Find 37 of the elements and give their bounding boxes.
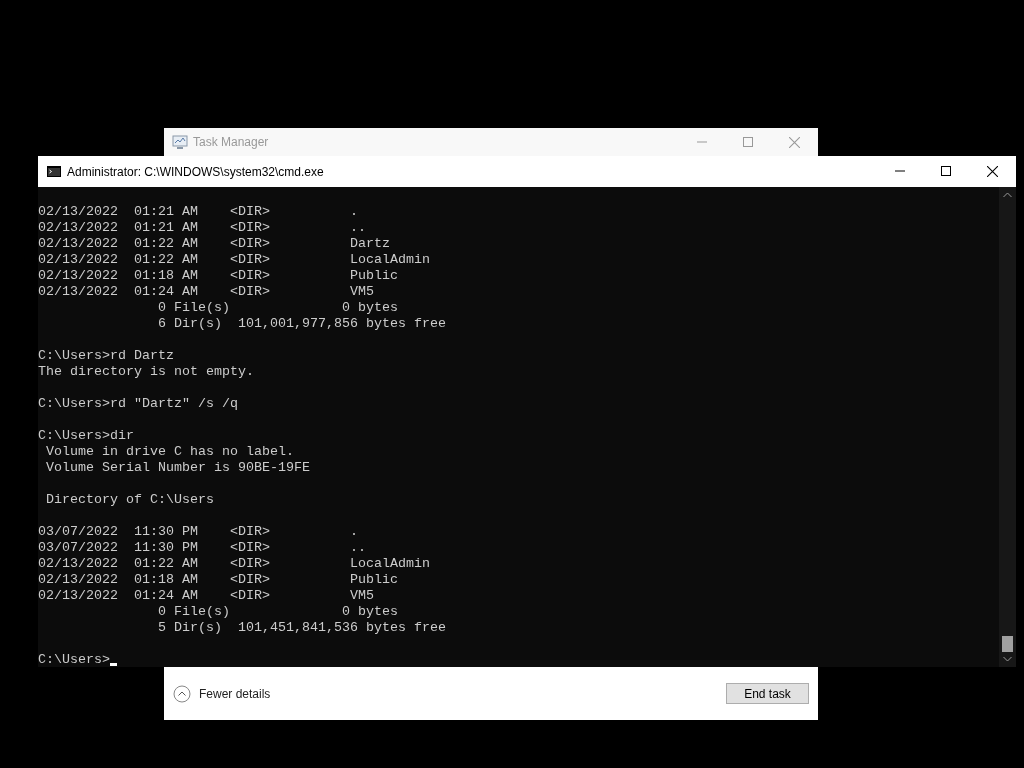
console-line: 5 Dir(s) 101,451,841,536 bytes free [156, 620, 446, 636]
console-line: Directory of C:\Users [45, 492, 214, 508]
console-line: 03/07/2022 11:30 PM <DIR> .. [38, 540, 366, 556]
console-line: 02/13/2022 01:24 AM <DIR> VM5 [38, 588, 374, 604]
console-line: 02/13/2022 01:18 AM <DIR> Public [38, 572, 398, 588]
console-line: 02/13/2022 01:22 AM <DIR> LocalAdmin [38, 252, 430, 268]
console-line: 02/13/2022 01:22 AM <DIR> LocalAdmin [38, 556, 430, 572]
console-line: 02/13/2022 01:18 AM <DIR> Public [38, 268, 398, 284]
fewer-details-link[interactable]: Fewer details [173, 684, 271, 703]
console-line: 02/13/2022 01:24 AM <DIR> VM5 [38, 284, 374, 300]
console-icon [47, 166, 61, 177]
console-line: Volume Serial Number is 90BE-19FE [45, 460, 310, 476]
scroll-up-icon[interactable] [1003, 192, 1012, 198]
maximize-icon[interactable] [941, 166, 951, 176]
close-icon[interactable] [987, 166, 998, 177]
monitor-icon [172, 134, 188, 150]
console-line: 0 File(s) 0 bytes [156, 604, 398, 620]
console-line: 02/13/2022 01:21 AM <DIR> . [38, 204, 358, 220]
console-line: The directory is not empty. [38, 364, 254, 380]
console-line: C:\Users>rd Dartz [38, 348, 174, 364]
console-line: 0 File(s) 0 bytes [156, 300, 398, 316]
command-prompt: C:\Users> [38, 652, 110, 667]
console-line: C:\Users>dir [38, 428, 134, 444]
console-line: 6 Dir(s) 101,001,977,856 bytes free [156, 316, 446, 332]
console-line: C:\Users>rd "Dartz" /s /q [38, 396, 238, 412]
text-cursor [110, 663, 117, 666]
scrollbar[interactable] [999, 187, 1016, 667]
console-line: 02/13/2022 01:22 AM <DIR> Dartz [38, 236, 390, 252]
console-line: 02/13/2022 01:21 AM <DIR> .. [38, 220, 366, 236]
scroll-down-icon[interactable] [1003, 656, 1012, 662]
end-task-button[interactable]: End task [726, 683, 809, 704]
console-line: 03/07/2022 11:30 PM <DIR> . [38, 524, 358, 540]
window-title: Task Manager [193, 135, 270, 149]
chevron-up-icon [173, 684, 191, 703]
window-title: Administrator: C:\WINDOWS\system32\cmd.exe [67, 164, 325, 179]
console-line: Volume in drive C has no label. [45, 444, 294, 460]
scroll-thumb[interactable] [1002, 636, 1013, 652]
